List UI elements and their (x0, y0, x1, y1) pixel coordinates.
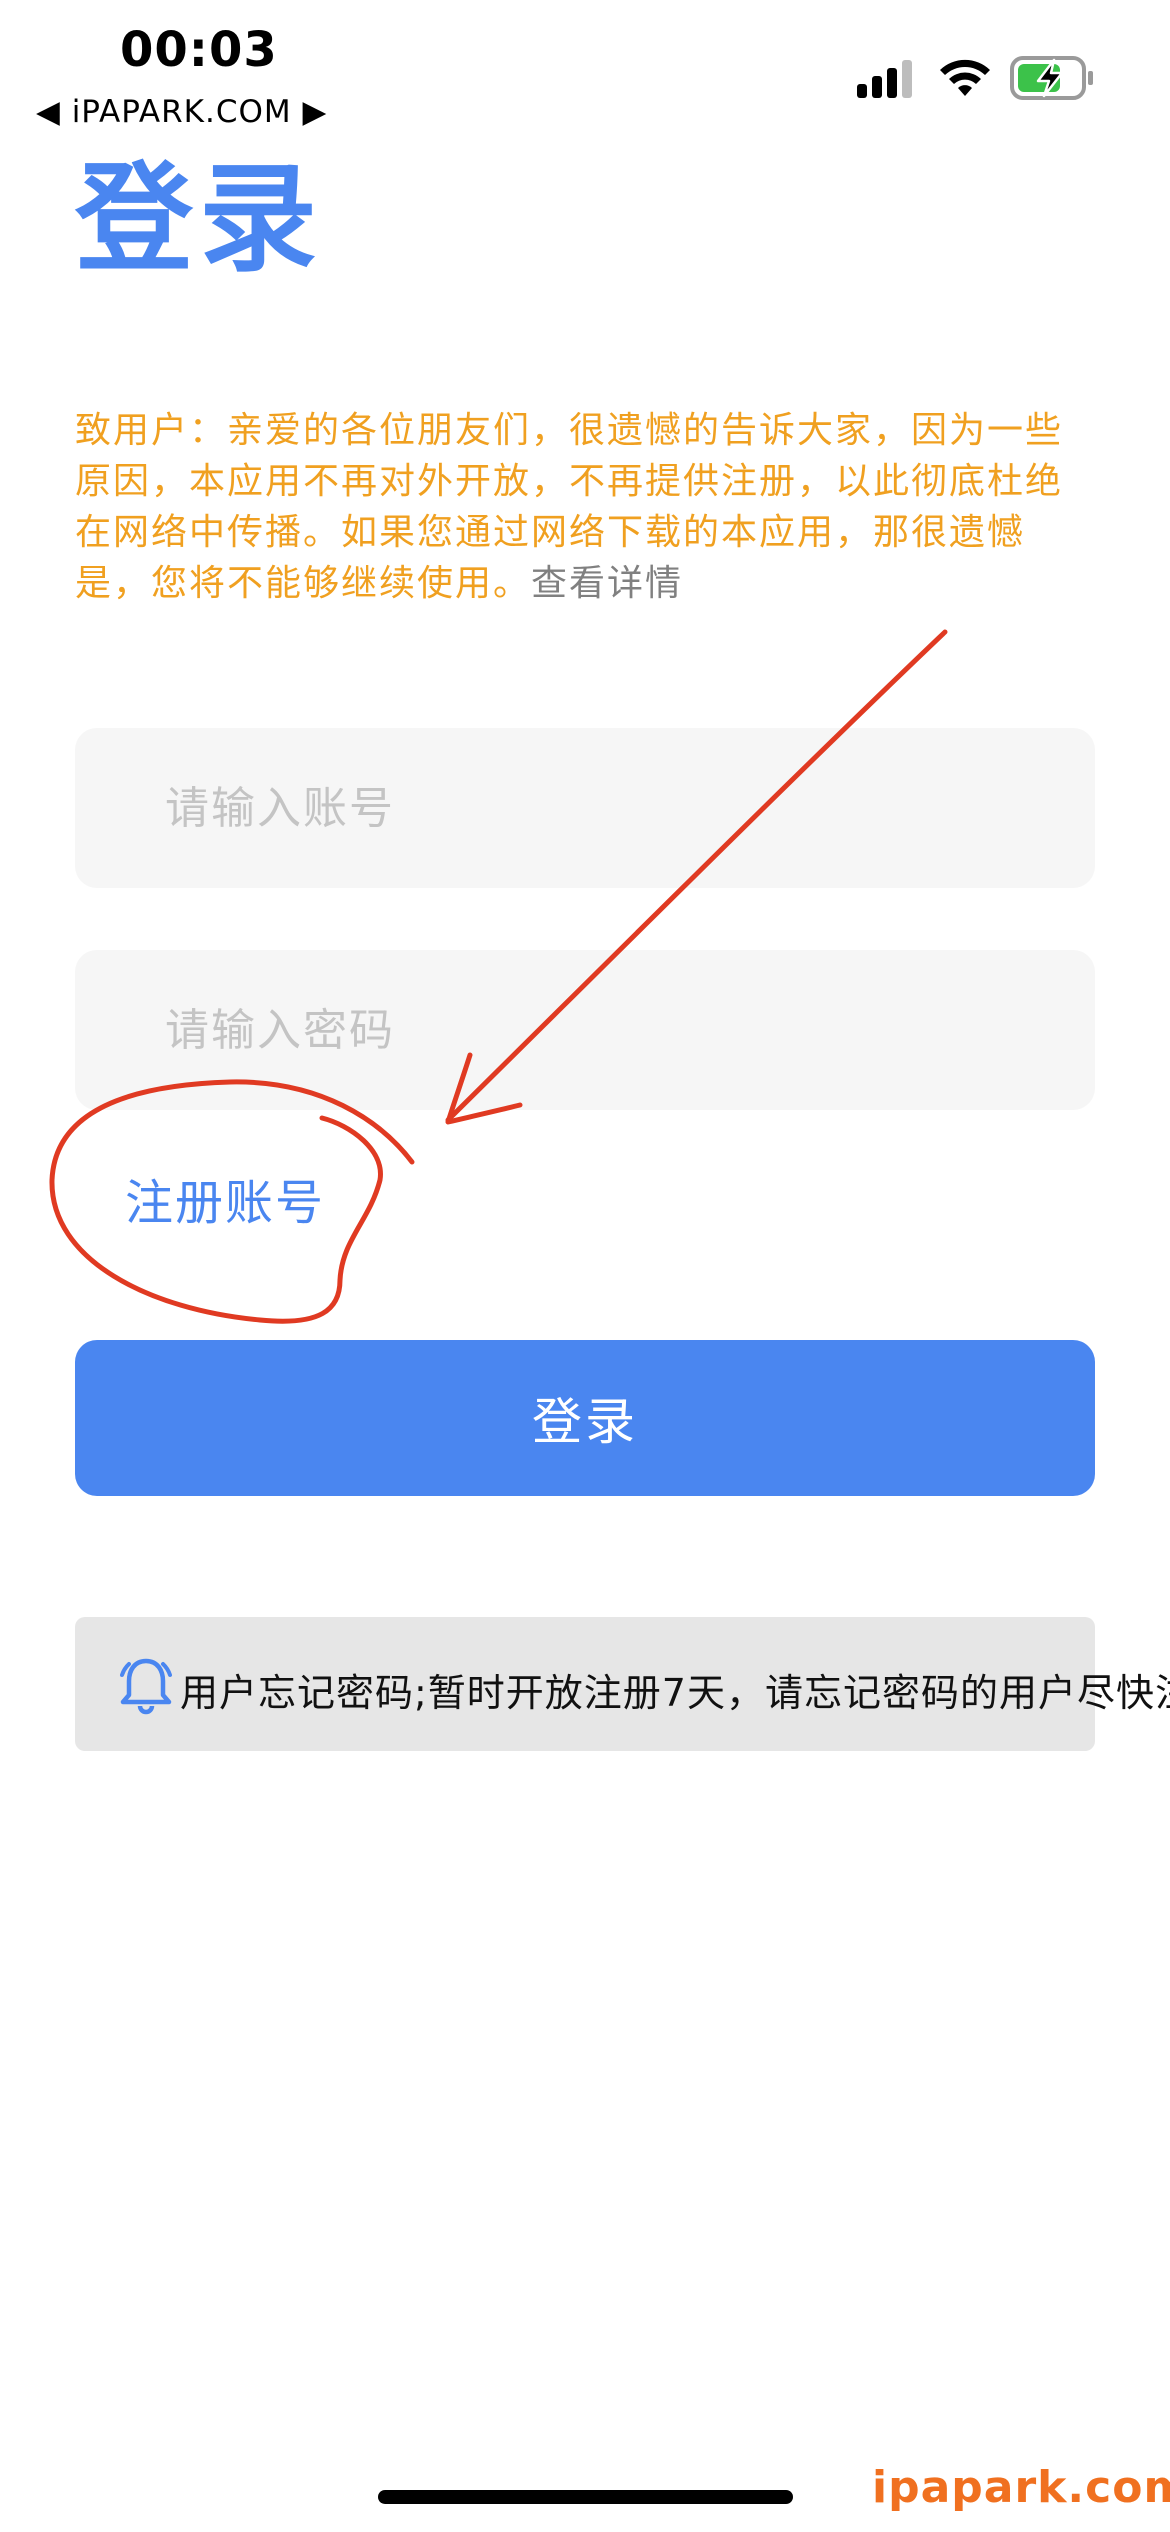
register-account-link[interactable]: 注册账号 (125, 1163, 325, 1233)
wifi-icon (940, 59, 990, 96)
back-to-app-link[interactable]: ◀ iPAPARK.COM ▶ (36, 94, 327, 130)
page-title: 登录 (75, 150, 324, 288)
bell-icon (120, 1658, 172, 1715)
announcement-text: 用户忘记密码;暂时开放注册7天，请忘记密码的用户尽快注 (180, 1671, 1170, 1715)
battery-charging-icon (1010, 56, 1093, 100)
watermark: ipapark.com (872, 2462, 1170, 2513)
account-input[interactable] (75, 728, 1095, 888)
notice-text: 致用户：亲爱的各位朋友们，很遗憾的告诉大家，因为一些原因，本应用不再对外开放，不… (75, 405, 1095, 609)
login-button[interactable]: 登录 (75, 1340, 1095, 1496)
annotation-overlay (49, 629, 948, 1324)
home-indicator[interactable] (378, 2490, 793, 2504)
signal-icon (857, 60, 912, 98)
status-time: 00:03 (120, 22, 278, 78)
password-input[interactable] (75, 950, 1095, 1110)
view-details-link[interactable]: 查看详情 (531, 563, 683, 604)
